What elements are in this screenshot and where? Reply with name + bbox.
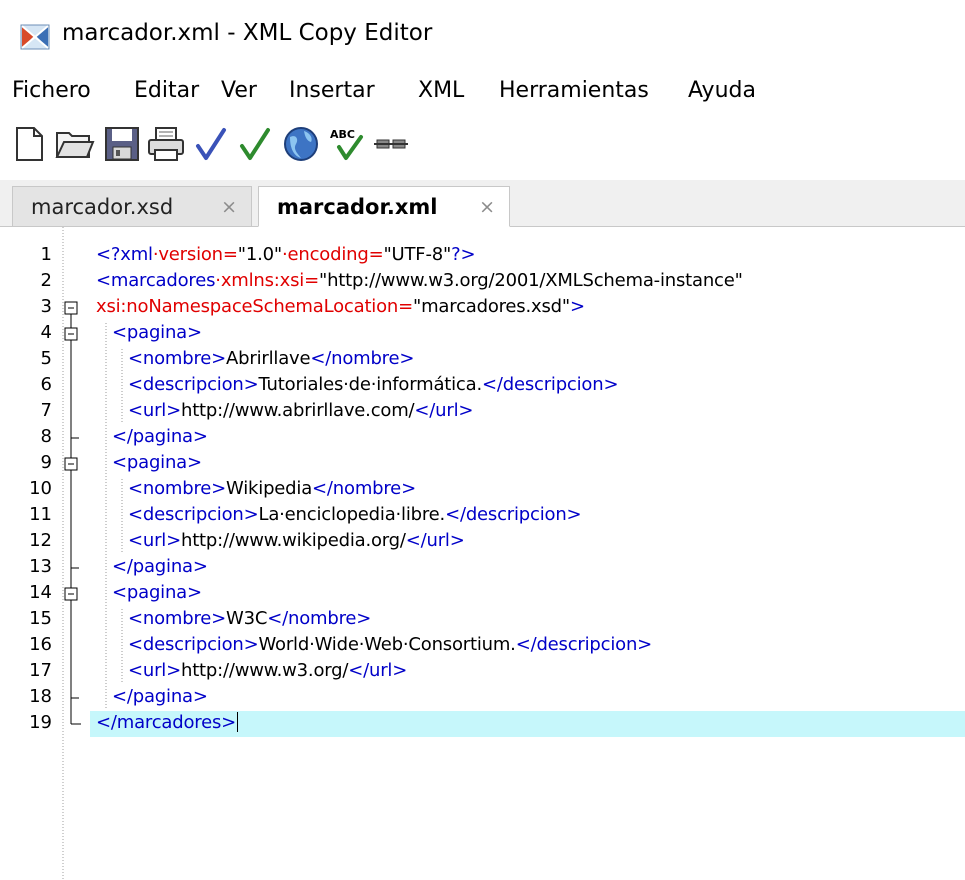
xml-copy-editor-app-icon (20, 24, 50, 50)
menu-herramientas[interactable]: Herramientas (499, 78, 649, 103)
code-line[interactable]: <pagina> (112, 452, 202, 473)
tab-close-icon[interactable]: × (221, 196, 237, 218)
code-line[interactable]: <descripcion>La·enciclopedia·libre.</des… (128, 504, 582, 525)
line-number: 13 (29, 556, 52, 577)
code-line[interactable]: <descripcion>Tutoriales·de·informática.<… (128, 374, 619, 395)
spellcheck-label: ABC (330, 128, 355, 141)
tab-label: marcador.xml (277, 194, 438, 219)
fold-toggle-icon[interactable] (64, 327, 78, 341)
fold-markers (64, 301, 81, 725)
menu-ayuda[interactable]: Ayuda (688, 78, 756, 103)
window-title: marcador.xml - XML Copy Editor (62, 20, 433, 46)
code-line[interactable]: <url>http://www.wikipedia.org/</url> (128, 530, 465, 551)
browser-globe-icon[interactable] (280, 123, 322, 165)
line-number: 18 (29, 686, 52, 707)
line-number: 4 (40, 322, 52, 343)
code-line[interactable]: <url>http://www.w3.org/</url> (128, 660, 407, 681)
tab-marcador-xml[interactable]: marcador.xml × (258, 186, 510, 227)
xml-code-editor[interactable]: 1 <?xml·version="1.0"·encoding="UTF-8"?> 2… (0, 227, 965, 880)
line-number: 11 (29, 504, 52, 525)
menu-editar[interactable]: Editar (134, 78, 199, 103)
tab-label: marcador.xsd (31, 194, 174, 219)
code-line[interactable]: </pagina> (112, 556, 208, 577)
document-tab-bar: marcador.xsd × marcador.xml × (0, 180, 965, 227)
line-number: 10 (29, 478, 52, 499)
code-line[interactable]: <pagina> (112, 582, 202, 603)
line-number: 15 (29, 608, 52, 629)
line-number: 16 (29, 634, 52, 655)
fold-toggle-icon[interactable] (64, 587, 78, 601)
check-wellformed-icon[interactable] (190, 123, 232, 165)
menu-xml[interactable]: XML (418, 78, 464, 103)
code-line[interactable]: <descripcion>World·Wide·Web·Consortium.<… (128, 634, 652, 655)
line-number: 19 (29, 712, 52, 733)
save-icon[interactable] (101, 123, 143, 165)
code-line[interactable]: <pagina> (112, 322, 202, 343)
code-line[interactable]: <marcadores·xmlns:xsi="http://www.w3.org… (96, 270, 743, 291)
spellcheck-icon[interactable]: ABC (326, 123, 368, 165)
toolbar: ABC (0, 118, 965, 170)
open-folder-icon[interactable] (54, 123, 96, 165)
line-number: 12 (29, 530, 52, 551)
title-bar: marcador.xml - XML Copy Editor (0, 0, 965, 68)
menu-fichero[interactable]: Fichero (12, 78, 91, 103)
tab-marcador-xsd[interactable]: marcador.xsd × (12, 186, 252, 226)
line-number: 9 (40, 452, 52, 473)
code-line[interactable]: </pagina> (112, 426, 208, 447)
line-number: 6 (40, 374, 52, 395)
line-number: 3 (40, 296, 52, 317)
tab-close-icon[interactable]: × (479, 196, 495, 218)
line-number: 2 (40, 270, 52, 291)
pretty-print-icon[interactable] (370, 123, 412, 165)
code-line[interactable]: <nombre>W3C</nombre> (128, 608, 371, 629)
line-number: 14 (29, 582, 52, 603)
code-line[interactable]: </marcadores> (96, 712, 239, 733)
fold-toggle-icon[interactable] (64, 457, 78, 471)
code-line[interactable]: <nombre>Abrirllave</nombre> (128, 348, 414, 369)
text-caret (237, 712, 239, 732)
line-number: 8 (40, 426, 52, 447)
print-icon[interactable] (145, 123, 187, 165)
code-line[interactable]: <url>http://www.abrirllave.com/</url> (128, 400, 473, 421)
line-number: 7 (40, 400, 52, 421)
code-line[interactable]: xsi:noNamespaceSchemaLocation="marcadore… (96, 296, 585, 317)
line-number: 1 (40, 244, 52, 265)
menu-ver[interactable]: Ver (221, 78, 257, 103)
menu-bar: Fichero Editar Ver Insertar XML Herramie… (0, 76, 965, 112)
line-number: 5 (40, 348, 52, 369)
code-line[interactable]: </pagina> (112, 686, 208, 707)
code-line[interactable]: <?xml·version="1.0"·encoding="UTF-8"?> (96, 244, 476, 265)
line-number: 17 (29, 660, 52, 681)
new-file-icon[interactable] (8, 123, 50, 165)
validate-icon[interactable] (234, 123, 276, 165)
fold-toggle-icon[interactable] (64, 301, 78, 315)
code-line[interactable]: <nombre>Wikipedia</nombre> (128, 478, 416, 499)
menu-insertar[interactable]: Insertar (289, 78, 375, 103)
